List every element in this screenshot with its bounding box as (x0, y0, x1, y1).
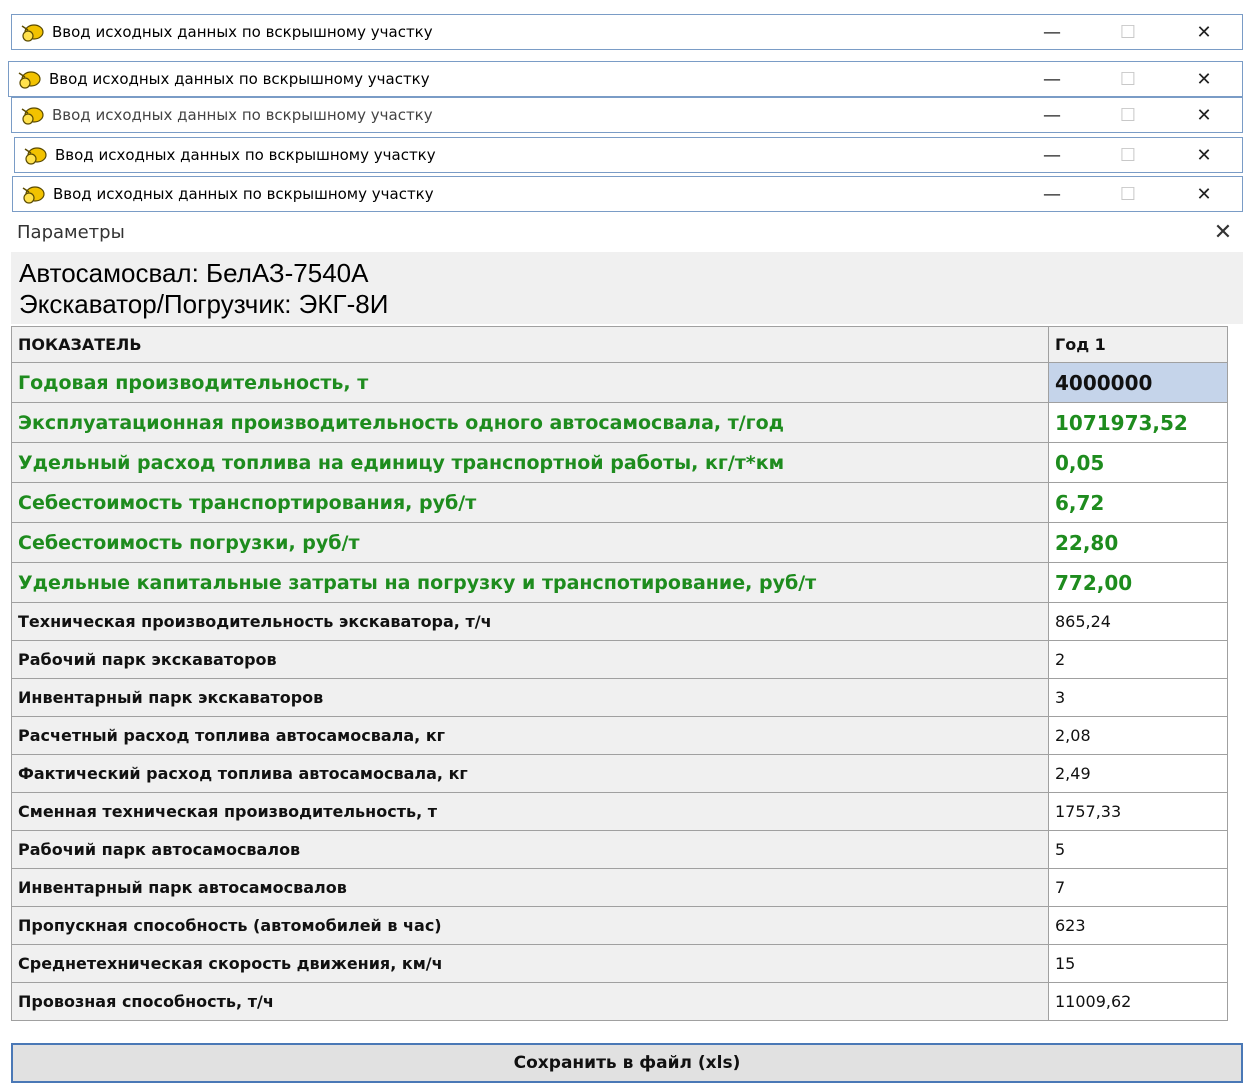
row-label: Инвентарный парк экскаваторов (11, 678, 1049, 717)
row-value[interactable]: 2 (1048, 640, 1228, 679)
table-row[interactable]: Расчетный расход топлива автосамосвала, … (11, 716, 1228, 755)
table-row[interactable]: Удельные капитальные затраты на погрузку… (11, 562, 1228, 603)
window-titlebar-2[interactable]: Ввод исходных данных по вскрышному участ… (8, 61, 1243, 97)
row-value[interactable]: 623 (1048, 906, 1228, 945)
parameters-table: ПОКАЗАТЕЛЬ Год 1 Годовая производительно… (11, 326, 1228, 1021)
row-label: Удельные капитальные затраты на погрузку… (11, 562, 1049, 603)
truck-label: Автосамосвал: БелАЗ-7540А (19, 258, 369, 288)
column-header-year[interactable]: Год 1 (1048, 326, 1228, 363)
row-value[interactable]: 15 (1048, 944, 1228, 983)
row-label: Инвентарный парк автосамосвалов (11, 868, 1049, 907)
minimize-button[interactable]: — (1014, 105, 1090, 126)
table-row[interactable]: Инвентарный парк автосамосвалов 7 (11, 868, 1228, 907)
row-label: Среднетехническая скорость движения, км/… (11, 944, 1049, 983)
close-button[interactable]: ✕ (1166, 69, 1242, 90)
row-label: Рабочий парк экскаваторов (11, 640, 1049, 679)
row-label: Техническая производительность экскавато… (11, 602, 1049, 641)
close-button[interactable]: ✕ (1166, 105, 1242, 126)
row-label: Себестоимость погрузки, руб/т (11, 522, 1049, 563)
app-icon (24, 147, 47, 165)
maximize-button[interactable]: ☐ (1090, 105, 1166, 126)
maximize-button[interactable]: ☐ (1090, 145, 1166, 166)
row-label: Расчетный расход топлива автосамосвала, … (11, 716, 1049, 755)
row-value[interactable]: 1757,33 (1048, 792, 1228, 831)
row-value[interactable]: 22,80 (1048, 522, 1228, 563)
table-row[interactable]: Техническая производительность экскавато… (11, 602, 1228, 641)
row-value[interactable]: 11009,62 (1048, 982, 1228, 1021)
row-value-selected[interactable]: 4000000 (1048, 362, 1228, 403)
row-label: Годовая производительность, т (11, 362, 1049, 403)
row-value[interactable]: 7 (1048, 868, 1228, 907)
window-titlebar-1[interactable]: Ввод исходных данных по вскрышному участ… (11, 14, 1243, 50)
maximize-button[interactable]: ☐ (1090, 22, 1166, 43)
window-titlebar-3[interactable]: Ввод исходных данных по вскрышному участ… (11, 97, 1243, 133)
table-row[interactable]: Себестоимость погрузки, руб/т 22,80 (11, 522, 1228, 563)
row-value[interactable]: 1071973,52 (1048, 402, 1228, 443)
maximize-button[interactable]: ☐ (1090, 184, 1166, 205)
close-button[interactable]: ✕ (1166, 22, 1242, 43)
table-header-row: ПОКАЗАТЕЛЬ Год 1 (11, 326, 1228, 363)
minimize-button[interactable]: — (1014, 22, 1090, 43)
row-value[interactable]: 772,00 (1048, 562, 1228, 603)
window-titlebar-4[interactable]: Ввод исходных данных по вскрышному участ… (14, 137, 1243, 173)
close-button[interactable]: ✕ (1166, 184, 1242, 205)
table-row[interactable]: Себестоимость транспортирования, руб/т 6,… (11, 482, 1228, 523)
maximize-button[interactable]: ☐ (1090, 69, 1166, 90)
table-row[interactable]: Годовая производительность, т 4000000 (11, 362, 1228, 403)
window-title: Ввод исходных данных по вскрышному участ… (49, 70, 430, 88)
window-title: Ввод исходных данных по вскрышному участ… (52, 106, 433, 124)
minimize-button[interactable]: — (1014, 184, 1090, 205)
row-label: Пропускная способность (автомобилей в ча… (11, 906, 1049, 945)
save-to-file-button[interactable]: Сохранить в файл (xls) (11, 1043, 1243, 1083)
row-label: Сменная техническая производительность, … (11, 792, 1049, 831)
row-label: Провозная способность, т/ч (11, 982, 1049, 1021)
table-row[interactable]: Пропускная способность (автомобилей в ча… (11, 906, 1228, 945)
row-label: Эксплуатационная производительность одно… (11, 402, 1049, 443)
row-value[interactable]: 2,49 (1048, 754, 1228, 793)
close-button[interactable]: ✕ (1166, 145, 1242, 166)
app-icon (21, 24, 44, 42)
column-header-indicator[interactable]: ПОКАЗАТЕЛЬ (11, 326, 1049, 363)
table-row[interactable]: Рабочий парк автосамосвалов 5 (11, 830, 1228, 869)
table-row[interactable]: Сменная техническая производительность, … (11, 792, 1228, 831)
row-label: Рабочий парк автосамосвалов (11, 830, 1049, 869)
table-row[interactable]: Инвентарный парк экскаваторов 3 (11, 678, 1228, 717)
table-row[interactable]: Удельный расход топлива на единицу транс… (11, 442, 1228, 483)
row-value[interactable]: 5 (1048, 830, 1228, 869)
table-row[interactable]: Среднетехническая скорость движения, км/… (11, 944, 1228, 983)
table-row[interactable]: Эксплуатационная производительность одно… (11, 402, 1228, 443)
excavator-label: Экскаватор/Погрузчик: ЭКГ-8И (19, 289, 389, 319)
row-value[interactable]: 0,05 (1048, 442, 1228, 483)
params-panel-header: Параметры ✕ (11, 212, 1243, 252)
table-row[interactable]: Рабочий парк экскаваторов 2 (11, 640, 1228, 679)
app-icon (18, 71, 41, 89)
row-value[interactable]: 865,24 (1048, 602, 1228, 641)
row-value[interactable]: 6,72 (1048, 482, 1228, 523)
equipment-info: Автосамосвал: БелАЗ-7540А Экскаватор/Пог… (11, 252, 1243, 324)
row-label: Себестоимость транспортирования, руб/т (11, 482, 1049, 523)
app-icon (21, 107, 44, 125)
row-value[interactable]: 3 (1048, 678, 1228, 717)
row-value[interactable]: 2,08 (1048, 716, 1228, 755)
window-title: Ввод исходных данных по вскрышному участ… (52, 23, 433, 41)
window-title: Ввод исходных данных по вскрышному участ… (55, 146, 436, 164)
params-panel-title: Параметры (17, 221, 125, 243)
params-close-icon[interactable]: ✕ (1203, 220, 1243, 245)
table-row[interactable]: Фактический расход топлива автосамосвала… (11, 754, 1228, 793)
row-label: Удельный расход топлива на единицу транс… (11, 442, 1049, 483)
window-title: Ввод исходных данных по вскрышному участ… (53, 185, 434, 203)
app-icon (22, 186, 45, 204)
minimize-button[interactable]: — (1014, 69, 1090, 90)
minimize-button[interactable]: — (1014, 145, 1090, 166)
row-label: Фактический расход топлива автосамосвала… (11, 754, 1049, 793)
window-titlebar-5[interactable]: Ввод исходных данных по вскрышному участ… (12, 176, 1243, 212)
table-row[interactable]: Провозная способность, т/ч 11009,62 (11, 982, 1228, 1021)
